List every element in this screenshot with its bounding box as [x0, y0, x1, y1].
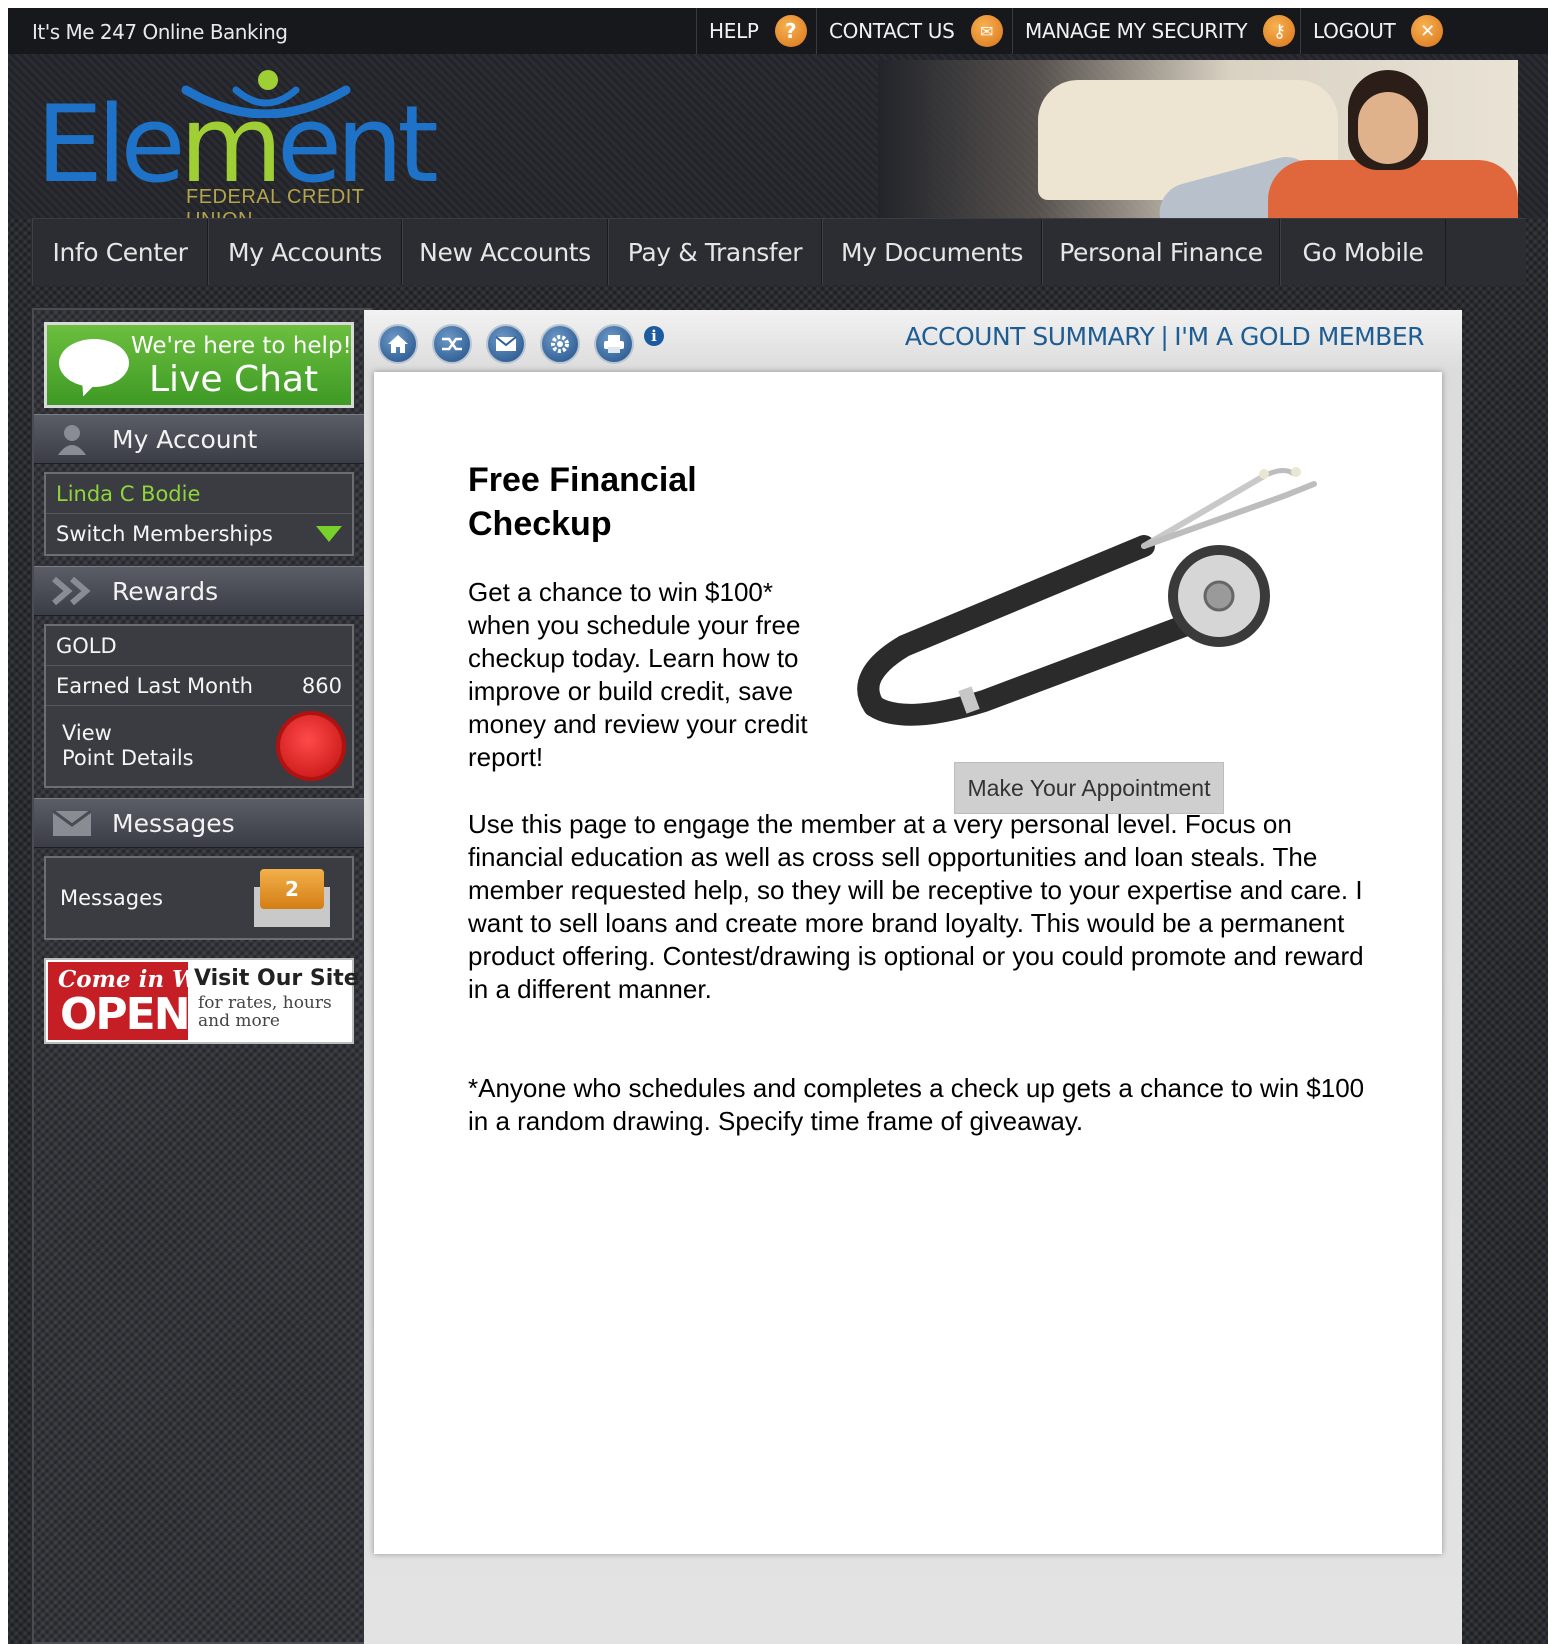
chevron-down-icon [316, 526, 342, 542]
switch-memberships-dropdown[interactable]: Switch Memberships [46, 514, 352, 554]
messages-panel[interactable]: Messages 2 [44, 856, 354, 940]
breadcrumb-separator: | [1160, 322, 1169, 351]
my-account-heading: My Account [34, 414, 370, 464]
info-icon[interactable]: i [644, 326, 664, 346]
quick-toolbar: i [378, 324, 664, 364]
element-fcu-logo[interactable]: Element FEDERAL CREDIT UNION [36, 58, 439, 231]
open-sign-icon: Come in We're OPEN [48, 962, 244, 1040]
live-chat-label: Live Chat [149, 359, 319, 400]
visit-our-site-promo[interactable]: Come in We're OPEN Visit Our Site for ra… [44, 958, 359, 1044]
earned-last-month-row: Earned Last Month 860 [46, 666, 352, 706]
make-appointment-button[interactable]: Make Your Appointment [954, 762, 1224, 814]
top-utility-bar: It's Me 247 Online Banking HELP ? CONTAC… [8, 8, 1548, 55]
reward-medal-icon [280, 715, 342, 777]
print-icon[interactable] [594, 324, 634, 364]
manage-security-label: MANAGE MY SECURITY [1025, 19, 1248, 43]
user-icon [50, 422, 94, 456]
body-paragraph: Use this page to engage the member at a … [468, 809, 1364, 1004]
contact-icon: ✉ [970, 15, 1003, 47]
promo-subtitle: for rates, hours and more [198, 993, 332, 1031]
nav-my-accounts[interactable]: My Accounts [208, 219, 402, 285]
switch-memberships-label: Switch Memberships [56, 522, 273, 546]
chat-bubble-icon [59, 339, 129, 387]
intro-paragraph: Get a chance to win $100* when you sched… [468, 577, 808, 772]
view-label: View [62, 721, 112, 745]
breadcrumb-account-summary[interactable]: ACCOUNT SUMMARY [905, 322, 1155, 351]
live-chat-tagline: We're here to help! [131, 333, 352, 359]
main-nav: Info Center My Accounts New Accounts Pay… [32, 218, 1526, 285]
promo-title: Visit Our Site [194, 966, 359, 991]
nav-my-documents[interactable]: My Documents [822, 219, 1042, 285]
banner-photo [878, 60, 1518, 218]
home-icon[interactable] [378, 324, 418, 364]
main-content: i ACCOUNT SUMMARY | I'M A GOLD MEMBER Free… [364, 310, 1462, 1644]
footnote-paragraph: *Anyone who schedules and completes a ch… [468, 1073, 1365, 1136]
logout-icon: ✕ [1411, 15, 1444, 47]
sidebar: We're here to help! Live Chat My Account… [32, 308, 372, 1644]
page-frame: It's Me 247 Online Banking HELP ? CONTAC… [8, 8, 1548, 1644]
logout-label: LOGOUT [1313, 19, 1396, 43]
messages-count-badge: 2 [285, 877, 299, 901]
transfer-icon[interactable] [432, 324, 472, 364]
breadcrumb: ACCOUNT SUMMARY | I'M A GOLD MEMBER [905, 322, 1425, 351]
rewards-heading: Rewards [34, 566, 370, 616]
nav-info-center[interactable]: Info Center [32, 219, 208, 285]
messages-label: Messages [60, 886, 163, 910]
messages-heading: Messages [34, 798, 370, 848]
rewards-panel: GOLD Earned Last Month 860 View Point Det… [44, 624, 354, 788]
open-mail-icon: 2 [254, 869, 330, 927]
header-banner: Element FEDERAL CREDIT UNION [8, 54, 1548, 231]
rewards-tier: GOLD [46, 626, 352, 666]
security-key-icon: ⚷ [1263, 15, 1296, 47]
contact-us-link[interactable]: CONTACT US ✉ [816, 8, 1012, 54]
contact-us-label: CONTACT US [829, 19, 955, 43]
member-name: Linda C Bodie [46, 474, 352, 514]
help-link[interactable]: HELP ? [696, 8, 816, 54]
envelope-icon [50, 806, 94, 840]
nav-new-accounts[interactable]: New Accounts [402, 219, 608, 285]
manage-security-link[interactable]: MANAGE MY SECURITY ⚷ [1012, 8, 1300, 54]
help-label: HELP [709, 19, 759, 43]
help-icon: ? [774, 15, 807, 47]
content-card: Free Financial Checkup Get a chance to w… [374, 372, 1442, 1554]
settings-icon[interactable] [540, 324, 580, 364]
nav-go-mobile[interactable]: Go Mobile [1280, 219, 1446, 285]
point-details-label: Point Details [62, 746, 194, 770]
view-point-details-link[interactable]: View Point Details [46, 706, 352, 786]
stethoscope-image [857, 467, 1317, 726]
mail-icon[interactable] [486, 324, 526, 364]
site-label: It's Me 247 Online Banking [32, 20, 288, 44]
breadcrumb-gold-member[interactable]: I'M A GOLD MEMBER [1174, 322, 1424, 351]
earned-last-month-value: 860 [301, 673, 342, 698]
nav-pay-transfer[interactable]: Pay & Transfer [608, 219, 822, 285]
my-account-panel: Linda C Bodie Switch Memberships [44, 472, 354, 556]
earned-last-month-label: Earned Last Month [56, 673, 253, 698]
logout-link[interactable]: LOGOUT ✕ [1300, 8, 1450, 54]
double-chevron-icon [50, 574, 94, 608]
live-chat-button[interactable]: We're here to help! Live Chat [44, 322, 354, 408]
page-title: Free Financial Checkup [468, 461, 697, 543]
logo-wordmark: Element [36, 83, 439, 206]
nav-personal-finance[interactable]: Personal Finance [1042, 219, 1280, 285]
